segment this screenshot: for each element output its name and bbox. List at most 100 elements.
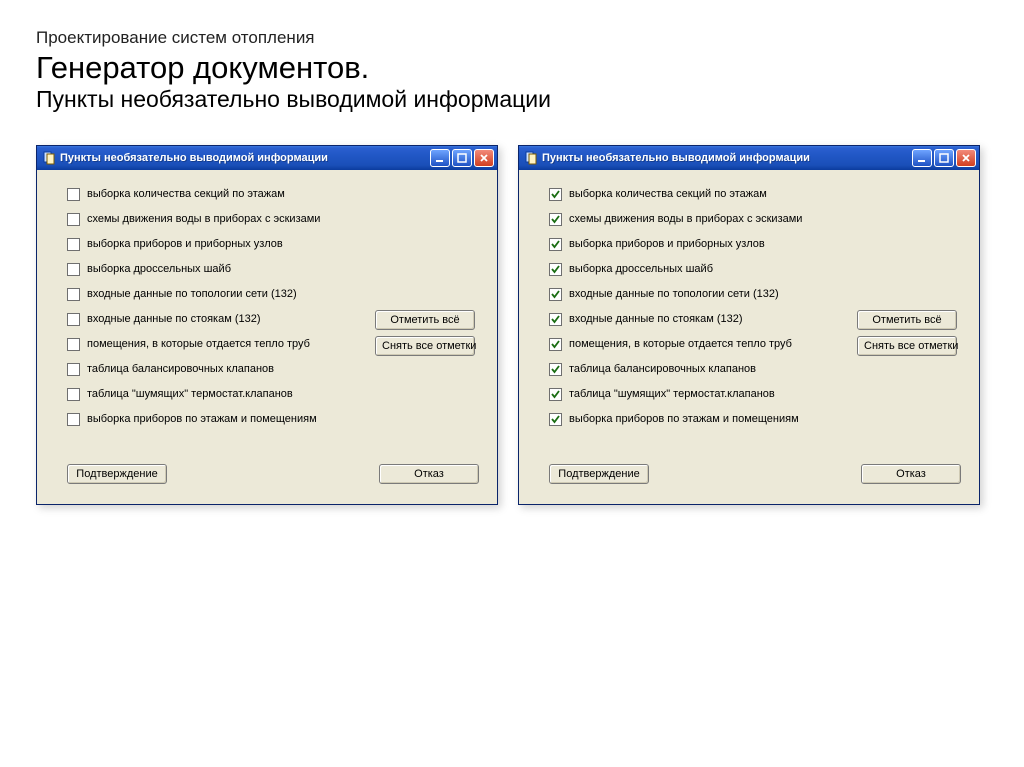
- checkbox-label: помещения, в которые отдается тепло труб: [569, 338, 792, 350]
- deselect-all-button[interactable]: Снять все отметки: [857, 336, 957, 356]
- checkmark-icon: [551, 390, 560, 399]
- checkmark-icon: [551, 215, 560, 224]
- checkbox-label: входные данные по топологии сети (132): [87, 288, 297, 300]
- cancel-button[interactable]: Отказ: [379, 464, 479, 484]
- checkbox-label: входные данные по топологии сети (132): [569, 288, 779, 300]
- minimize-icon: [435, 153, 445, 163]
- checkbox-label: таблица "шумящих" термостат.клапанов: [87, 388, 293, 400]
- minimize-button[interactable]: [430, 149, 450, 167]
- list-item[interactable]: выборка количества секций по этажам: [549, 188, 849, 201]
- checkbox-label: таблица балансировочных клапанов: [569, 363, 756, 375]
- checkbox-label: таблица балансировочных клапанов: [87, 363, 274, 375]
- confirm-button[interactable]: Подтверждение: [549, 464, 649, 484]
- checkbox-label: схемы движения воды в приборах с эскизам…: [87, 213, 320, 225]
- select-all-button[interactable]: Отметить всё: [857, 310, 957, 330]
- cancel-button[interactable]: Отказ: [861, 464, 961, 484]
- checkmark-icon: [551, 365, 560, 374]
- list-item[interactable]: выборка приборов и приборных узлов: [67, 238, 367, 251]
- checkbox-label: помещения, в которые отдается тепло труб: [87, 338, 310, 350]
- checkbox-label: выборка количества секций по этажам: [569, 188, 767, 200]
- checkbox-label: выборка дроссельных шайб: [569, 263, 713, 275]
- app-icon: [524, 151, 538, 165]
- close-button[interactable]: [474, 149, 494, 167]
- checkbox[interactable]: [549, 413, 562, 426]
- checkbox[interactable]: [549, 288, 562, 301]
- checkbox-label: выборка дроссельных шайб: [87, 263, 231, 275]
- checkbox[interactable]: [67, 263, 80, 276]
- minimize-icon: [917, 153, 927, 163]
- dialog-window-checked: Пункты необязательно выводимой информаци…: [518, 145, 980, 505]
- checkmark-icon: [551, 340, 560, 349]
- list-item[interactable]: таблица "шумящих" термостат.клапанов: [67, 388, 367, 401]
- checkbox[interactable]: [549, 213, 562, 226]
- checkbox[interactable]: [67, 338, 80, 351]
- checkbox-label: схемы движения воды в приборах с эскизам…: [569, 213, 802, 225]
- checkbox-label: выборка приборов и приборных узлов: [87, 238, 283, 250]
- checkbox[interactable]: [67, 363, 80, 376]
- checkbox[interactable]: [67, 388, 80, 401]
- checkbox[interactable]: [67, 238, 80, 251]
- list-item[interactable]: входные данные по стоякам (132): [549, 313, 849, 326]
- slide-pre-title: Проектирование систем отопления: [36, 28, 988, 48]
- checkmark-icon: [551, 315, 560, 324]
- maximize-icon: [939, 153, 949, 163]
- checkbox-label: выборка приборов по этажам и помещениям: [87, 413, 317, 425]
- checkbox[interactable]: [549, 313, 562, 326]
- maximize-button[interactable]: [934, 149, 954, 167]
- checkbox[interactable]: [67, 413, 80, 426]
- list-item[interactable]: входные данные по топологии сети (132): [67, 288, 367, 301]
- checkbox-label: выборка приборов и приборных узлов: [569, 238, 765, 250]
- maximize-icon: [457, 153, 467, 163]
- dialog-window-unchecked: Пункты необязательно выводимой информаци…: [36, 145, 498, 505]
- list-item[interactable]: выборка дроссельных шайб: [67, 263, 367, 276]
- checkmark-icon: [551, 240, 560, 249]
- checkmark-icon: [551, 265, 560, 274]
- list-item[interactable]: таблица балансировочных клапанов: [67, 363, 367, 376]
- list-item[interactable]: таблица "шумящих" термостат.клапанов: [549, 388, 849, 401]
- list-item[interactable]: помещения, в которые отдается тепло труб: [67, 338, 367, 351]
- list-item[interactable]: выборка приборов по этажам и помещениям: [67, 413, 367, 426]
- deselect-all-button[interactable]: Снять все отметки: [375, 336, 475, 356]
- titlebar[interactable]: Пункты необязательно выводимой информаци…: [37, 146, 497, 170]
- list-item[interactable]: выборка дроссельных шайб: [549, 263, 849, 276]
- checkbox[interactable]: [549, 363, 562, 376]
- checkbox[interactable]: [67, 313, 80, 326]
- slide-title-line2: Пункты необязательно выводимой информаци…: [36, 86, 988, 113]
- checkbox-label: входные данные по стоякам (132): [569, 313, 743, 325]
- checkbox-label: входные данные по стоякам (132): [87, 313, 261, 325]
- checkmark-icon: [551, 190, 560, 199]
- checkbox[interactable]: [549, 388, 562, 401]
- checkbox[interactable]: [67, 213, 80, 226]
- list-item[interactable]: схемы движения воды в приборах с эскизам…: [549, 213, 849, 226]
- checkbox-label: выборка количества секций по этажам: [87, 188, 285, 200]
- select-all-button[interactable]: Отметить всё: [375, 310, 475, 330]
- checkmark-icon: [551, 415, 560, 424]
- checkmark-icon: [551, 290, 560, 299]
- slide-title-line1: Генератор документов.: [36, 50, 988, 86]
- app-icon: [42, 151, 56, 165]
- list-item[interactable]: помещения, в которые отдается тепло труб: [549, 338, 849, 351]
- titlebar[interactable]: Пункты необязательно выводимой информаци…: [519, 146, 979, 170]
- list-item[interactable]: выборка количества секций по этажам: [67, 188, 367, 201]
- checkbox[interactable]: [549, 238, 562, 251]
- close-icon: [479, 153, 489, 163]
- checkbox[interactable]: [549, 338, 562, 351]
- list-item[interactable]: входные данные по стоякам (132): [67, 313, 367, 326]
- window-title: Пункты необязательно выводимой информаци…: [60, 152, 426, 164]
- checkbox[interactable]: [549, 263, 562, 276]
- maximize-button[interactable]: [452, 149, 472, 167]
- list-item[interactable]: входные данные по топологии сети (132): [549, 288, 849, 301]
- checkbox-list: выборка количества секций по этажам схем…: [49, 188, 367, 426]
- list-item[interactable]: выборка приборов и приборных узлов: [549, 238, 849, 251]
- checkbox[interactable]: [67, 288, 80, 301]
- list-item[interactable]: таблица балансировочных клапанов: [549, 363, 849, 376]
- confirm-button[interactable]: Подтверждение: [67, 464, 167, 484]
- close-button[interactable]: [956, 149, 976, 167]
- minimize-button[interactable]: [912, 149, 932, 167]
- window-title: Пункты необязательно выводимой информаци…: [542, 152, 908, 164]
- close-icon: [961, 153, 971, 163]
- checkbox[interactable]: [67, 188, 80, 201]
- list-item[interactable]: выборка приборов по этажам и помещениям: [549, 413, 849, 426]
- checkbox[interactable]: [549, 188, 562, 201]
- list-item[interactable]: схемы движения воды в приборах с эскизам…: [67, 213, 367, 226]
